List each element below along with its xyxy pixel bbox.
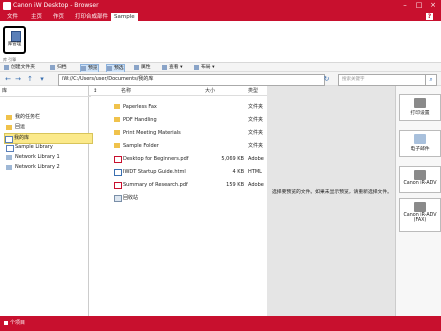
- library-manager-label: 库管理: [7, 42, 22, 47]
- folder-icon: [6, 125, 12, 130]
- close-button[interactable]: ×: [427, 0, 439, 10]
- ribbon-tab-bar: 文件 主页 作页 打印合成部件 Sample ?: [0, 12, 441, 21]
- library-tree-pane: 库 我的任务栏 回运 我的库 Sample Library Network Li…: [0, 86, 93, 316]
- sort-arrow-icon[interactable]: ↕: [93, 86, 97, 96]
- properties-icon: [134, 65, 139, 70]
- tree-item-network-library-2[interactable]: Network Library 2: [6, 163, 60, 172]
- address-bar: ← → ↑ ▾ iW://C:/Users/user/Documents/我的库…: [0, 72, 441, 86]
- tab-file[interactable]: 文件: [4, 13, 21, 21]
- toolbar: 创建文件夹 归档 预览 预选 属性 查看 ▾ 布局 ▾: [0, 63, 441, 73]
- tree-item-my-taskbar[interactable]: 我的任务栏: [6, 113, 40, 122]
- select-icon: [107, 66, 112, 71]
- fax-device-icon: [414, 202, 426, 212]
- tab-sample[interactable]: Sample: [111, 13, 138, 21]
- file-list-header: ↕ 名称 大小 类型: [89, 86, 267, 96]
- refresh-icon[interactable]: ↻: [322, 75, 331, 83]
- help-icon[interactable]: ?: [426, 13, 433, 20]
- tree-header: 库: [0, 86, 91, 97]
- column-name[interactable]: 名称: [121, 86, 131, 96]
- column-size[interactable]: 大小: [205, 86, 215, 96]
- pdf-file-icon: [114, 156, 122, 163]
- network-library-icon: [6, 155, 12, 160]
- folder-icon: [114, 117, 120, 122]
- print-settings-button[interactable]: 打印设置: [399, 94, 441, 121]
- view-icon: [162, 65, 167, 70]
- library-icon: [6, 145, 14, 152]
- printer-icon: [414, 98, 426, 108]
- back-arrow-icon[interactable]: ←: [4, 75, 12, 83]
- maximize-button[interactable]: □: [413, 0, 425, 10]
- pdf-file-icon: [114, 182, 122, 189]
- minimize-button[interactable]: –: [399, 0, 411, 10]
- archive-icon: [50, 65, 55, 70]
- email-icon: [414, 134, 426, 144]
- folder-icon: [114, 104, 120, 109]
- search-icon[interactable]: ⌕: [425, 74, 437, 86]
- device-icon: [414, 170, 426, 180]
- app-icon: [3, 2, 11, 10]
- arrange-dropdown[interactable]: 布局 ▾: [194, 64, 215, 71]
- folder-icon: [114, 130, 120, 135]
- history-dropdown-icon[interactable]: ▾: [38, 75, 46, 83]
- forward-arrow-icon[interactable]: →: [14, 75, 22, 83]
- tab-edit[interactable]: 作页: [50, 13, 67, 21]
- search-input[interactable]: 搜索关键字: [338, 74, 429, 86]
- path-field[interactable]: iW://C:/Users/user/Documents/我的库: [58, 74, 325, 86]
- canon-ir-adv-button[interactable]: Canon iR-ADV: [399, 166, 441, 193]
- properties-button[interactable]: 属性: [134, 64, 151, 71]
- recycle-bin-icon: [114, 195, 122, 202]
- status-bar: 个项目: [0, 316, 441, 331]
- library-manager-button[interactable]: 库管理: [3, 26, 26, 54]
- preview-message: 选择要预览的文件。如果未显示预览，请重新选择文件。: [272, 190, 392, 195]
- archive-button[interactable]: 归档: [50, 64, 67, 71]
- up-folder-icon[interactable]: ↑: [26, 75, 34, 83]
- view-dropdown[interactable]: 查看 ▾: [162, 64, 183, 71]
- new-folder-button[interactable]: 创建文件夹: [4, 64, 35, 71]
- tab-print-composition[interactable]: 打印合成部件: [72, 13, 111, 21]
- status-icon: [4, 320, 8, 325]
- folder-icon: [6, 115, 12, 120]
- canon-ir-adv-fax-button[interactable]: Canon iR-ADV (FAX): [399, 198, 441, 232]
- email-button[interactable]: 电子邮件: [399, 130, 441, 157]
- network-library-icon: [6, 165, 12, 170]
- preview-icon: [81, 66, 86, 71]
- ribbon: [0, 21, 441, 63]
- title-bar: Canon iW Desktop - Browser – □ ×: [0, 0, 441, 12]
- tree-item-network-library-1[interactable]: Network Library 1: [6, 153, 60, 162]
- library-icon: [5, 136, 13, 143]
- html-file-icon: [114, 169, 122, 176]
- folder-icon: [114, 143, 120, 148]
- tab-home[interactable]: 主页: [28, 13, 45, 21]
- column-type[interactable]: 类型: [248, 86, 258, 96]
- new-folder-icon: [4, 65, 9, 70]
- preview-pane: 选择要预览的文件。如果未显示预览，请重新选择文件。: [267, 86, 395, 316]
- output-bar: 打印设置 电子邮件 Canon iR-ADV Canon iR-ADV (FAX…: [395, 86, 441, 316]
- status-text: 个项目: [10, 320, 26, 326]
- window-title: Canon iW Desktop - Browser: [13, 2, 99, 9]
- tree-item-recent[interactable]: 回运: [6, 123, 25, 132]
- arrange-icon: [194, 65, 199, 70]
- tree-item-sample-library[interactable]: Sample Library: [6, 143, 53, 152]
